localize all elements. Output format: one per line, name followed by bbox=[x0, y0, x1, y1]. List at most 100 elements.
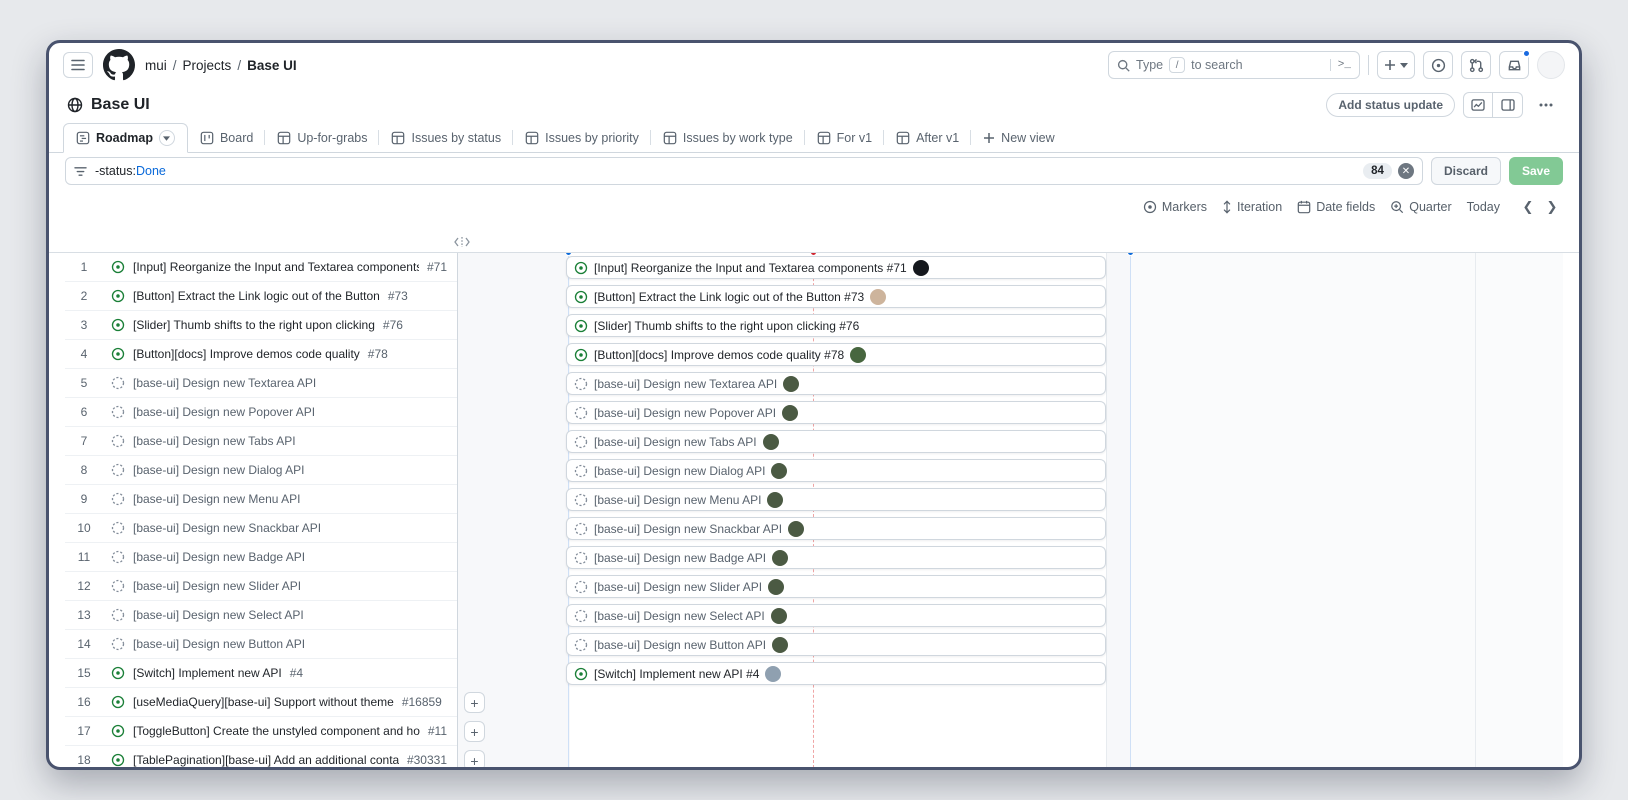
global-search-input[interactable]: Type / to search >_ bbox=[1108, 51, 1360, 79]
assignee-avatar[interactable] bbox=[771, 608, 787, 624]
task-row[interactable]: 1 [Input] Reorganize the Input and Texta… bbox=[65, 253, 457, 282]
breadcrumb-org[interactable]: mui bbox=[145, 58, 167, 73]
quarter-control[interactable]: Quarter bbox=[1390, 200, 1451, 214]
timeline-bar[interactable]: [base-ui] Design new Select API bbox=[566, 604, 1106, 627]
task-title: [base-ui] Design new Select API bbox=[133, 608, 304, 622]
tab-after-v1[interactable]: After v1 bbox=[884, 123, 971, 152]
inbox-button[interactable] bbox=[1499, 51, 1529, 79]
clear-filter-icon[interactable]: ✕ bbox=[1398, 163, 1414, 179]
timeline-bar[interactable]: [base-ui] Design new Button API bbox=[566, 633, 1106, 656]
tab-issues-by-work-type[interactable]: Issues by work type bbox=[651, 123, 805, 152]
tab-issues-by-status[interactable]: Issues by status bbox=[379, 123, 513, 152]
assignee-avatar[interactable] bbox=[870, 289, 886, 305]
tab-board[interactable]: Board bbox=[188, 123, 265, 152]
side-panel-button[interactable] bbox=[1493, 92, 1523, 118]
tab-issues-by-priority[interactable]: Issues by priority bbox=[513, 123, 651, 152]
task-row[interactable]: 6 [base-ui] Design new Popover API bbox=[65, 398, 457, 427]
timeline-bar[interactable]: [Button] Extract the Link logic out of t… bbox=[566, 285, 1106, 308]
pane-resize-handle[interactable] bbox=[454, 235, 470, 253]
timeline-bar[interactable]: [Switch] Implement new API #4 bbox=[566, 662, 1106, 685]
tab-menu-caret-icon[interactable] bbox=[159, 130, 175, 146]
timeline-bar[interactable]: [base-ui] Design new Badge API bbox=[566, 546, 1106, 569]
today-button[interactable]: Today bbox=[1467, 200, 1500, 214]
add-date-button[interactable]: + bbox=[464, 750, 485, 770]
insights-button[interactable] bbox=[1463, 92, 1493, 118]
task-row[interactable]: 4 [Button][docs] Improve demos code qual… bbox=[65, 340, 457, 369]
assignee-avatar[interactable] bbox=[782, 405, 798, 421]
tab-new-view[interactable]: New view bbox=[971, 123, 1067, 152]
task-row[interactable]: 15 [Switch] Implement new API #4 bbox=[65, 659, 457, 688]
markers-control[interactable]: Markers bbox=[1143, 200, 1207, 214]
task-row[interactable]: 17 [ToggleButton] Create the unstyled co… bbox=[65, 717, 457, 746]
filter-input[interactable]: -status:Done 84 ✕ bbox=[65, 157, 1423, 185]
notification-dot bbox=[1522, 49, 1531, 58]
timeline-bar[interactable]: [base-ui] Design new Menu API bbox=[566, 488, 1106, 511]
task-row[interactable]: 5 [base-ui] Design new Textarea API bbox=[65, 369, 457, 398]
task-row[interactable]: 10 [base-ui] Design new Snackbar API bbox=[65, 514, 457, 543]
timeline-bar[interactable]: [base-ui] Design new Tabs API bbox=[566, 430, 1106, 453]
github-logo-icon[interactable] bbox=[103, 49, 135, 81]
tab-up-for-grabs[interactable]: Up-for-grabs bbox=[265, 123, 379, 152]
task-title: [base-ui] Design new Button API bbox=[133, 637, 305, 651]
create-new-button[interactable] bbox=[1377, 51, 1415, 79]
row-number: 9 bbox=[65, 492, 103, 506]
add-date-button[interactable]: + bbox=[464, 721, 485, 742]
graph-icon bbox=[1471, 99, 1485, 111]
timeline-bar[interactable]: [base-ui] Design new Popover API bbox=[566, 401, 1106, 424]
hamburger-menu-button[interactable] bbox=[63, 52, 93, 78]
timeline-bar[interactable]: [base-ui] Design new Snackbar API bbox=[566, 517, 1106, 540]
timeline-bar[interactable]: [Button][docs] Improve demos code qualit… bbox=[566, 343, 1106, 366]
assignee-avatar[interactable] bbox=[850, 347, 866, 363]
task-row[interactable]: 16 [useMediaQuery][base-ui] Support with… bbox=[65, 688, 457, 717]
task-row[interactable]: 12 [base-ui] Design new Slider API bbox=[65, 572, 457, 601]
user-avatar[interactable] bbox=[1537, 51, 1565, 79]
add-date-button[interactable]: + bbox=[464, 692, 485, 713]
task-row[interactable]: 11 [base-ui] Design new Badge API bbox=[65, 543, 457, 572]
scroll-right-icon[interactable]: ❯ bbox=[1541, 196, 1563, 218]
task-row[interactable]: 2 [Button] Extract the Link logic out of… bbox=[65, 282, 457, 311]
page-title: Base UI bbox=[91, 96, 150, 114]
issue-number: #76 bbox=[383, 318, 403, 332]
task-row[interactable]: 18 [TablePagination][base-ui] Add an add… bbox=[65, 746, 457, 770]
assignee-avatar[interactable] bbox=[772, 637, 788, 653]
timeline-bar[interactable]: [base-ui] Design new Dialog API bbox=[566, 459, 1106, 482]
assignee-avatar[interactable] bbox=[768, 579, 784, 595]
project-menu-button[interactable] bbox=[1531, 92, 1561, 118]
issue-number: #73 bbox=[388, 289, 408, 303]
assignee-avatar[interactable] bbox=[765, 666, 781, 682]
discard-button[interactable]: Discard bbox=[1431, 157, 1501, 185]
task-row[interactable]: 14 [base-ui] Design new Button API bbox=[65, 630, 457, 659]
issue-opened-icon bbox=[1431, 58, 1446, 73]
task-row[interactable]: 7 [base-ui] Design new Tabs API bbox=[65, 427, 457, 456]
breadcrumb-projects[interactable]: Projects bbox=[183, 58, 232, 73]
timeline-bar[interactable]: [base-ui] Design new Slider API bbox=[566, 575, 1106, 598]
assignee-avatar[interactable] bbox=[788, 521, 804, 537]
tab-roadmap[interactable]: Roadmap bbox=[63, 123, 188, 153]
assignee-avatar[interactable] bbox=[783, 376, 799, 392]
bar-title: [base-ui] Design new Select API bbox=[594, 609, 765, 623]
scroll-left-icon[interactable]: ❮ bbox=[1517, 196, 1539, 218]
assignee-avatar[interactable] bbox=[913, 260, 929, 276]
date-fields-control[interactable]: Date fields bbox=[1297, 200, 1375, 214]
tab-for-v1[interactable]: For v1 bbox=[805, 123, 884, 152]
timeline-bar[interactable]: [base-ui] Design new Textarea API bbox=[566, 372, 1106, 395]
assignee-avatar[interactable] bbox=[771, 463, 787, 479]
issues-button[interactable] bbox=[1423, 51, 1453, 79]
task-row[interactable]: 3 [Slider] Thumb shifts to the right upo… bbox=[65, 311, 457, 340]
iteration-control[interactable]: Iteration bbox=[1222, 200, 1282, 214]
pull-requests-button[interactable] bbox=[1461, 51, 1491, 79]
task-row[interactable]: 8 [base-ui] Design new Dialog API bbox=[65, 456, 457, 485]
timeline-bar[interactable]: [Input] Reorganize the Input and Textare… bbox=[566, 256, 1106, 279]
slash-key-icon: / bbox=[1169, 57, 1185, 73]
task-title: [base-ui] Design new Snackbar API bbox=[133, 521, 321, 535]
row-number: 6 bbox=[65, 405, 103, 419]
task-row[interactable]: 13 [base-ui] Design new Select API bbox=[65, 601, 457, 630]
assignee-avatar[interactable] bbox=[767, 492, 783, 508]
timeline-bar[interactable]: [Slider] Thumb shifts to the right upon … bbox=[566, 314, 1106, 337]
save-button[interactable]: Save bbox=[1509, 157, 1563, 185]
assignee-avatar[interactable] bbox=[763, 434, 779, 450]
command-palette-icon[interactable]: >_ bbox=[1330, 59, 1351, 71]
assignee-avatar[interactable] bbox=[772, 550, 788, 566]
task-row[interactable]: 9 [base-ui] Design new Menu API bbox=[65, 485, 457, 514]
add-status-update-button[interactable]: Add status update bbox=[1326, 93, 1455, 117]
